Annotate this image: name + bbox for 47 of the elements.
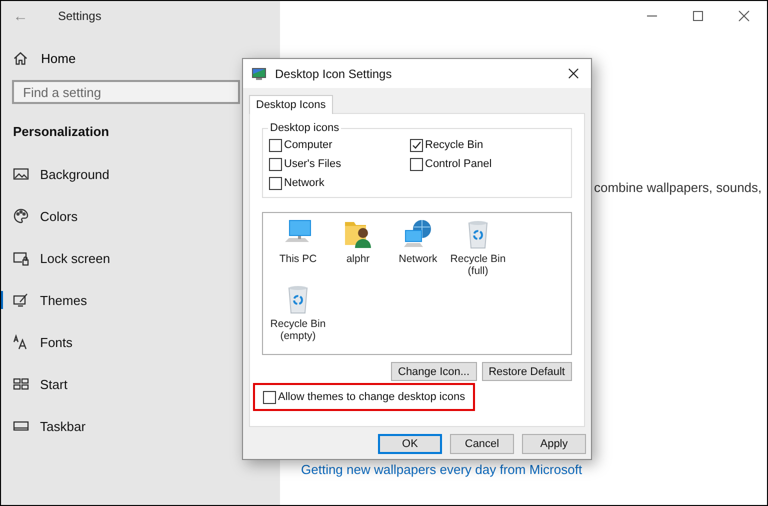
monitor-icon — [251, 66, 267, 82]
checkbox-label[interactable]: User's Files — [284, 158, 342, 170]
checkbox-label[interactable]: Allow themes to change desktop icons — [278, 391, 466, 403]
group-label: Desktop icons — [268, 122, 342, 134]
wallpapers-link[interactable]: Getting new wallpapers every day from Microsoft — [301, 462, 767, 477]
search-field[interactable]: Find a setting — [12, 80, 240, 104]
nav-item[interactable]: Start — [1, 375, 76, 393]
dialog-button[interactable]: Apply — [522, 434, 586, 454]
description-text: combine wallpapers, sounds, — [594, 180, 763, 195]
window-title: Settings — [58, 9, 102, 23]
checkbox[interactable] — [269, 138, 282, 152]
fonts-icon — [13, 334, 29, 350]
nav-item[interactable]: Taskbar — [1, 417, 94, 435]
themes-icon — [13, 292, 29, 308]
nav-item[interactable]: Lock screen — [1, 249, 118, 267]
checkbox-label[interactable]: Network — [284, 177, 324, 189]
network-icon — [402, 218, 434, 250]
checkbox[interactable] — [269, 176, 282, 190]
dialog-title: Desktop Icon Settings — [275, 66, 393, 80]
icon-label[interactable]: This PC — [269, 253, 327, 265]
start-icon — [13, 376, 29, 392]
home-icon — [13, 50, 28, 66]
checkbox[interactable] — [410, 158, 423, 170]
icon-label[interactable]: alphr — [329, 253, 387, 265]
nav-item[interactable]: Colors — [1, 207, 86, 225]
checkbox-label[interactable]: Control Panel — [425, 158, 492, 170]
checkbox[interactable] — [410, 138, 423, 152]
nav-item[interactable]: Themes — [1, 291, 95, 309]
tab[interactable]: Desktop Icons — [249, 95, 333, 114]
dialog-button[interactable]: OK — [378, 434, 442, 454]
dialog-button[interactable]: Change Icon... — [391, 362, 477, 381]
home-link[interactable]: Home — [41, 50, 76, 66]
dialog-button[interactable]: Restore Default — [482, 362, 572, 381]
nav-item[interactable]: Background — [1, 165, 118, 183]
checkbox-label[interactable]: Recycle Bin — [425, 139, 484, 151]
background-icon — [13, 166, 29, 182]
lock-icon — [13, 250, 29, 266]
icon-label[interactable]: Network — [389, 253, 447, 265]
checkbox[interactable] — [269, 158, 282, 170]
checkbox[interactable] — [263, 390, 276, 404]
nav-item[interactable]: Fonts — [1, 333, 81, 351]
checkbox-label[interactable]: Computer — [284, 139, 332, 151]
dialog-button[interactable]: Cancel — [450, 434, 514, 454]
icon-label[interactable]: Recycle Bin (empty) — [269, 318, 327, 342]
colors-icon — [13, 208, 29, 224]
close-icon — [568, 68, 578, 79]
icon-label[interactable]: Recycle Bin (full) — [449, 253, 507, 277]
